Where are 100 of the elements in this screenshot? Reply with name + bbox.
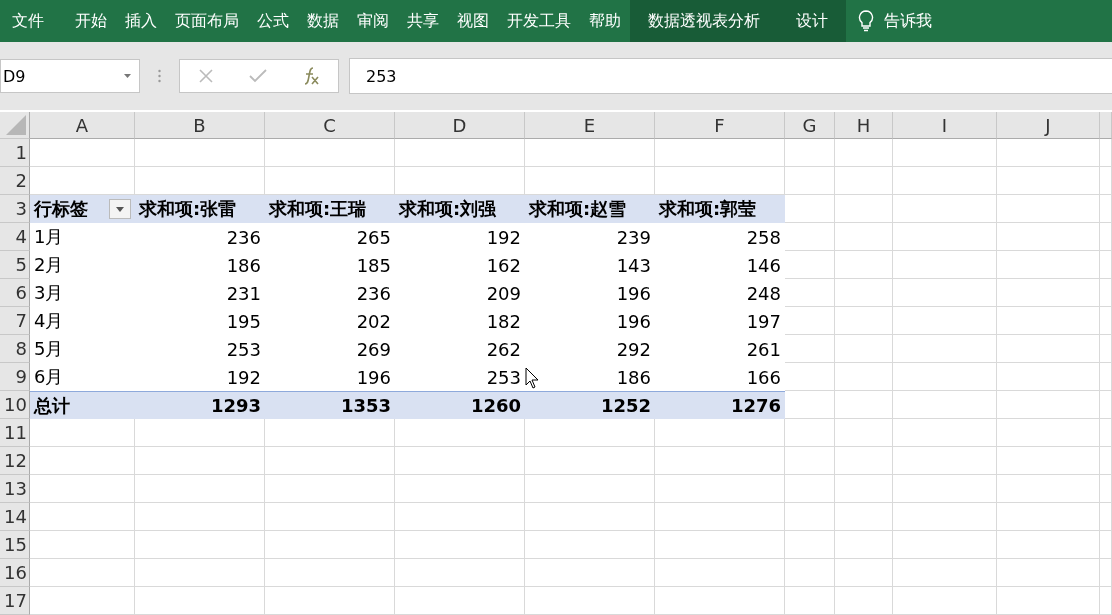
empty-cell[interactable] (525, 447, 655, 475)
empty-cell[interactable] (893, 475, 997, 503)
empty-cell[interactable] (265, 531, 395, 559)
empty-cell[interactable] (1100, 195, 1112, 223)
ribbon-tab[interactable]: 插入 (116, 0, 166, 42)
empty-cell[interactable] (997, 139, 1100, 167)
row-header[interactable]: 7 (0, 307, 30, 335)
empty-cell[interactable] (785, 503, 835, 531)
empty-cell[interactable] (785, 531, 835, 559)
column-header[interactable] (1100, 112, 1112, 139)
dropdown-icon[interactable] (124, 74, 131, 78)
empty-cell[interactable] (997, 475, 1100, 503)
empty-cell[interactable] (997, 223, 1100, 251)
column-header[interactable]: F (655, 112, 785, 139)
empty-cell[interactable] (265, 587, 395, 615)
empty-cell[interactable] (835, 335, 893, 363)
empty-cell[interactable] (893, 223, 997, 251)
empty-cell[interactable] (1100, 335, 1112, 363)
ribbon-tab[interactable]: 帮助 (580, 0, 630, 42)
empty-cell[interactable] (525, 419, 655, 447)
ribbon-tab[interactable]: 公式 (248, 0, 298, 42)
checkmark-icon[interactable] (249, 69, 267, 83)
empty-cell[interactable] (1100, 279, 1112, 307)
ribbon-tab[interactable]: 页面布局 (166, 0, 248, 42)
empty-cell[interactable] (997, 195, 1100, 223)
empty-cell[interactable] (835, 419, 893, 447)
empty-cell[interactable] (997, 587, 1100, 615)
row-header[interactable]: 13 (0, 475, 30, 503)
empty-cell[interactable] (997, 279, 1100, 307)
empty-cell[interactable] (835, 251, 893, 279)
ribbon-tab[interactable]: 开始 (66, 0, 116, 42)
empty-cell[interactable] (893, 447, 997, 475)
empty-cell[interactable] (893, 139, 997, 167)
empty-cell[interactable] (1100, 475, 1112, 503)
empty-cell[interactable] (997, 391, 1100, 419)
empty-cell[interactable] (525, 587, 655, 615)
empty-cell[interactable] (893, 531, 997, 559)
empty-cell[interactable] (835, 139, 893, 167)
row-header[interactable]: 17 (0, 587, 30, 615)
column-header[interactable]: A (30, 112, 135, 139)
empty-cell[interactable] (893, 335, 997, 363)
row-header[interactable]: 12 (0, 447, 30, 475)
empty-cell[interactable] (135, 559, 265, 587)
empty-cell[interactable] (655, 503, 785, 531)
row-header[interactable]: 14 (0, 503, 30, 531)
empty-cell[interactable] (395, 587, 525, 615)
empty-cell[interactable] (785, 419, 835, 447)
empty-cell[interactable] (785, 167, 835, 195)
ribbon-tab[interactable]: 数据透视表分析 (630, 0, 778, 42)
empty-cell[interactable] (135, 531, 265, 559)
row-header[interactable]: 16 (0, 559, 30, 587)
empty-cell[interactable] (135, 419, 265, 447)
empty-cell[interactable] (997, 167, 1100, 195)
empty-cell[interactable] (655, 559, 785, 587)
empty-cell[interactable] (1100, 587, 1112, 615)
empty-cell[interactable] (835, 307, 893, 335)
empty-cell[interactable] (265, 503, 395, 531)
empty-cell[interactable] (835, 587, 893, 615)
column-header[interactable]: B (135, 112, 265, 139)
empty-cell[interactable] (1100, 251, 1112, 279)
empty-cell[interactable] (785, 139, 835, 167)
select-all-icon[interactable] (6, 115, 26, 135)
ribbon-tab[interactable]: 设计 (778, 0, 846, 42)
empty-cell[interactable] (1100, 531, 1112, 559)
ribbon-tab[interactable]: 文件 (0, 0, 66, 42)
empty-cell[interactable] (525, 475, 655, 503)
empty-cell[interactable] (893, 251, 997, 279)
empty-cell[interactable] (893, 307, 997, 335)
column-header[interactable]: I (893, 112, 997, 139)
empty-cell[interactable] (785, 587, 835, 615)
row-header[interactable]: 1 (0, 139, 30, 167)
function-icon[interactable] (302, 66, 321, 86)
empty-cell[interactable] (997, 503, 1100, 531)
empty-cell[interactable] (893, 419, 997, 447)
empty-cell[interactable] (655, 475, 785, 503)
empty-cell[interactable] (835, 167, 893, 195)
row-header[interactable]: 9 (0, 363, 30, 391)
empty-cell[interactable] (395, 447, 525, 475)
empty-cell[interactable] (265, 559, 395, 587)
empty-cell[interactable] (785, 559, 835, 587)
empty-cell[interactable] (395, 419, 525, 447)
empty-cell[interactable] (395, 139, 525, 167)
empty-cell[interactable] (395, 475, 525, 503)
empty-cell[interactable] (835, 475, 893, 503)
empty-cell[interactable] (395, 531, 525, 559)
empty-cell[interactable] (265, 447, 395, 475)
empty-cell[interactable] (997, 335, 1100, 363)
empty-cell[interactable] (893, 279, 997, 307)
empty-cell[interactable] (893, 167, 997, 195)
ribbon-tab[interactable]: 视图 (448, 0, 498, 42)
empty-cell[interactable] (1100, 559, 1112, 587)
empty-cell[interactable] (835, 195, 893, 223)
empty-cell[interactable] (997, 559, 1100, 587)
more-options-icon[interactable] (158, 69, 161, 83)
empty-cell[interactable] (835, 279, 893, 307)
empty-cell[interactable] (525, 531, 655, 559)
filter-dropdown-button[interactable] (109, 199, 131, 219)
empty-cell[interactable] (893, 391, 997, 419)
empty-cell[interactable] (1100, 167, 1112, 195)
empty-cell[interactable] (395, 503, 525, 531)
